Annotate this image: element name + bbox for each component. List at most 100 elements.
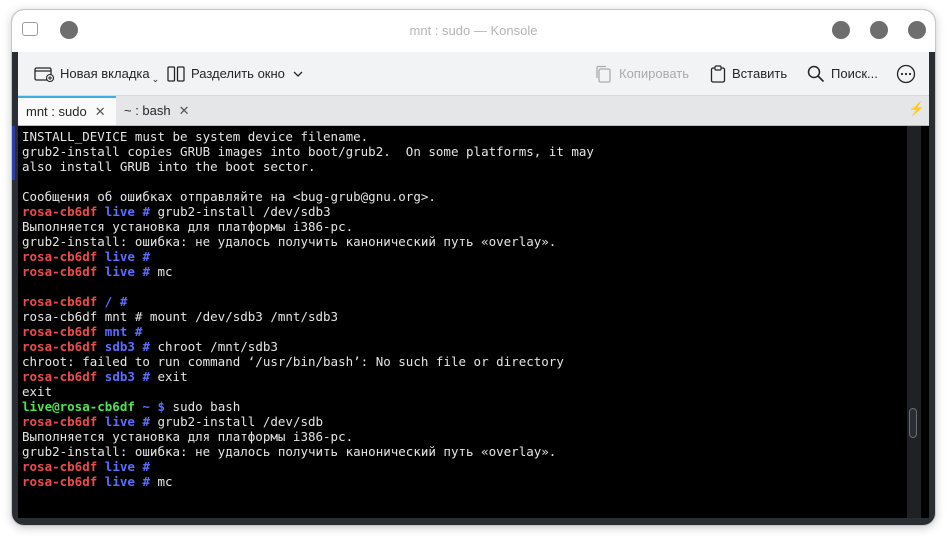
split-view-label: Разделить окно [191,66,285,81]
prompt-dir: live [104,249,135,264]
terminal-line: Выполняется установка для платформы i386… [22,219,594,234]
paste-icon [710,64,726,83]
prompt-symbol: # [119,294,128,309]
scrollbar-thumb[interactable] [909,408,917,438]
paste-button[interactable]: Вставить [710,52,787,95]
close-tab-icon[interactable]: ✕ [95,104,106,120]
output-text: Выполняется установка для платформы i386… [22,219,354,234]
tab-home-bash[interactable]: ~ : bash ✕ [116,96,208,125]
prompt-host: rosa-cb6df [22,459,98,474]
command-text: grub2-install /dev/sdb [157,414,324,429]
output-text: INSTALL_DEVICE must be system device fil… [22,129,369,144]
close-button[interactable] [908,21,926,39]
output-text: grub2-install: ошибка: не удалось получи… [22,444,557,459]
paste-label: Вставить [732,66,788,81]
output-text: Сообщения об ошибках отправляйте на <bug… [22,189,436,204]
terminal-line: rosa-cb6df mnt # mount /dev/sdb3 /mnt/sd… [22,309,594,324]
output-text: rosa-cb6df mnt # mount /dev/sdb3 /mnt/sd… [22,309,339,324]
split-view-button[interactable]: Разделить окно [167,52,309,95]
window-title: mnt : sudo — Konsole [409,23,538,38]
prompt-host: rosa-cb6df [22,339,98,354]
terminal-line: live@rosa-cb6df ~ $ sudo bash [22,399,594,414]
prompt-symbol: # [142,414,150,429]
command-text: grub2-install /dev/sdb3 [157,204,331,219]
maximize-button[interactable] [870,21,888,39]
terminal-scrollbar[interactable] [907,126,921,518]
search-icon [807,65,825,82]
prompt-dir: live [104,204,135,219]
prompt-symbol: # [142,339,150,354]
output-text: chroot: failed to run command ‘/usr/bin/… [22,354,564,369]
new-tab-icon [34,66,54,82]
konsole-window: mnt : sudo — Konsole Новая вкладка ⌄ Раз… [12,10,935,525]
new-tab-button[interactable]: Новая вкладка ⌄ [34,52,159,95]
tab-label: mnt : sudo [26,104,87,119]
output-text: grub2-install copies GRUB images into bo… [22,144,594,159]
selection-marker [12,126,15,180]
close-tab-icon[interactable]: ✕ [179,103,190,119]
tab-label: ~ : bash [124,103,171,118]
find-button[interactable]: Поиск... [807,52,878,95]
prompt-host: rosa-cb6df [22,264,98,279]
prompt-symbol: # [142,249,150,264]
new-tab-label: Новая вкладка [60,66,150,81]
prompt-host: rosa-cb6df [22,249,98,264]
tab-bar: mnt : sudo ✕ ~ : bash ✕ ⚡ [18,96,929,126]
copy-icon [596,65,611,83]
terminal-line: rosa-cb6df live # [22,249,594,264]
prompt-host: rosa-cb6df [22,294,98,309]
prompt-dir: live [104,414,135,429]
prompt-dir: / [104,294,113,309]
quick-commands-icon[interactable]: ⚡ [909,101,925,117]
terminal-line: rosa-cb6df live # grub2-install /dev/sdb… [22,204,594,219]
terminal-output[interactable]: INSTALL_DEVICE must be system device fil… [18,126,929,518]
command-text: mc [157,474,173,489]
terminal-line: rosa-cb6df mnt # [22,324,594,339]
output-text: grub2-install: ошибка: не удалось получи… [22,234,557,249]
command-text: exit [157,369,188,384]
prompt-dir: mnt [104,324,128,339]
terminal-line: exit [22,384,594,399]
terminal-line: grub2-install copies GRUB images into bo… [22,144,594,159]
title-bar[interactable]: mnt : sudo — Konsole [12,10,935,52]
split-view-icon [167,65,185,82]
prompt-symbol: # [142,459,150,474]
command-text: mc [157,264,173,279]
prompt-symbol: # [142,204,150,219]
terminal-line: grub2-install: ошибка: не удалось получи… [22,444,594,459]
prompt-dir: sdb3 [104,369,135,384]
prompt-symbol: $ [157,399,166,414]
terminal-line: rosa-cb6df live # grub2-install /dev/sdb [22,414,594,429]
prompt-symbol: # [142,264,150,279]
prompt-dir: live [104,264,135,279]
prompt-dir: live [104,474,135,489]
terminal-line: rosa-cb6df sdb3 # chroot /mnt/sdb3 [22,339,594,354]
terminal-line: INSTALL_DEVICE must be system device fil… [22,129,594,144]
prompt-symbol: # [142,474,150,489]
prompt-host: rosa-cb6df [22,414,98,429]
prompt-host: rosa-cb6df [22,324,98,339]
terminal-line: Сообщения об ошибках отправляйте на <bug… [22,189,594,204]
prompt-dir: ~ [142,399,150,414]
prompt-user-host: live@rosa-cb6df [22,399,135,414]
prompt-host: rosa-cb6df [22,369,98,384]
terminal-line: rosa-cb6df live # mc [22,264,594,279]
chevron-down-icon[interactable] [293,70,303,78]
prompt-symbol: # [134,324,143,339]
tab-mnt-sudo[interactable]: mnt : sudo ✕ [18,96,116,125]
chevron-down-icon[interactable]: ⌄ [152,74,160,85]
more-options-icon [896,64,916,83]
command-text: sudo bash [172,399,241,414]
terminal-text: INSTALL_DEVICE must be system device fil… [22,129,594,489]
terminal-line: grub2-install: ошибка: не удалось получи… [22,234,594,249]
output-text: exit [22,384,53,399]
copy-button[interactable]: Копировать [595,52,689,95]
command-text: chroot /mnt/sdb3 [157,339,278,354]
copy-label: Копировать [619,66,689,81]
more-menu-button[interactable] [896,52,922,95]
prompt-host: rosa-cb6df [22,474,98,489]
terminal-line: chroot: failed to run command ‘/usr/bin/… [22,354,594,369]
minimize-button[interactable] [832,21,850,39]
